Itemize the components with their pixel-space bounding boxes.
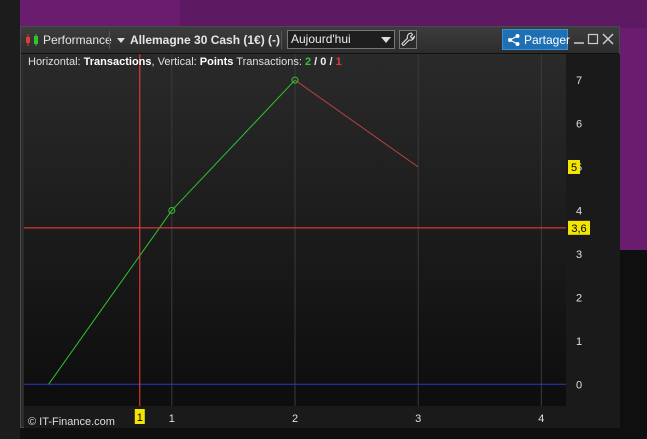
minimize-icon[interactable] <box>572 31 586 47</box>
separator: / <box>326 56 336 68</box>
window-titlebar[interactable]: Performance Allemagne 30 Cash (1€) (-) A… <box>21 27 619 54</box>
caret-down-icon <box>117 37 125 43</box>
settings-button[interactable] <box>399 30 417 49</box>
vertical-prefix: , Vertical: <box>151 56 200 68</box>
wrench-icon <box>401 32 416 46</box>
losses-count: 1 <box>335 56 342 68</box>
x-tick-label: 2 <box>292 413 298 425</box>
y-tick-label: 6 <box>576 119 582 131</box>
y-tick-label: 2 <box>576 292 582 304</box>
cursor-y-label: 3,6 <box>571 223 586 235</box>
share-icon <box>508 34 520 46</box>
dropdown-arrow-icon <box>381 37 391 43</box>
axis-info-bar: Horizontal: Transactions, Vertical: Poin… <box>28 56 342 68</box>
performance-chart[interactable]: 123401234567 53,61 Horizontal: Transacti… <box>24 54 620 428</box>
toolbar-separator <box>109 31 110 49</box>
y-tick-label: 0 <box>576 379 582 391</box>
vertical-axis-name: Points <box>199 56 234 68</box>
watermark: © IT-Finance.com <box>28 416 115 428</box>
horizontal-prefix: Horizontal: <box>28 56 84 68</box>
horizontal-axis-name: Transactions <box>83 56 152 68</box>
share-button[interactable]: Partager <box>502 29 571 50</box>
performance-window: Performance Allemagne 30 Cash (1€) (-) A… <box>20 26 620 428</box>
x-tick-label: 1 <box>169 413 175 425</box>
background-chart-top <box>180 0 647 28</box>
period-value: Aujourd'hui <box>291 32 351 46</box>
background-left-panel <box>0 0 20 439</box>
candlestick-icon <box>26 34 38 46</box>
cursor-x-label: 1 <box>137 412 143 424</box>
window-title: Performance <box>43 33 112 47</box>
share-label: Partager <box>524 32 571 47</box>
chart-canvas[interactable]: 123401234567 53,61 <box>24 54 620 428</box>
last-value-label: 5 <box>571 162 577 174</box>
x-tick-label: 3 <box>415 413 421 425</box>
toolbar-separator <box>281 31 282 49</box>
close-icon[interactable] <box>601 31 615 47</box>
y-tick-label: 4 <box>576 205 582 217</box>
x-tick-label: 4 <box>538 413 544 425</box>
maximize-icon[interactable] <box>586 31 600 47</box>
transactions-prefix: Transactions: <box>233 56 305 68</box>
period-dropdown[interactable]: Aujourd'hui <box>287 30 395 49</box>
y-tick-label: 1 <box>576 336 582 348</box>
y-tick-label: 3 <box>576 249 582 261</box>
separator: / <box>311 56 321 68</box>
instrument-label: Allemagne 30 Cash (1€) (-) <box>130 33 281 47</box>
y-tick-label: 7 <box>576 75 582 87</box>
instrument-selector[interactable]: Allemagne 30 Cash (1€) (-) <box>117 27 280 53</box>
